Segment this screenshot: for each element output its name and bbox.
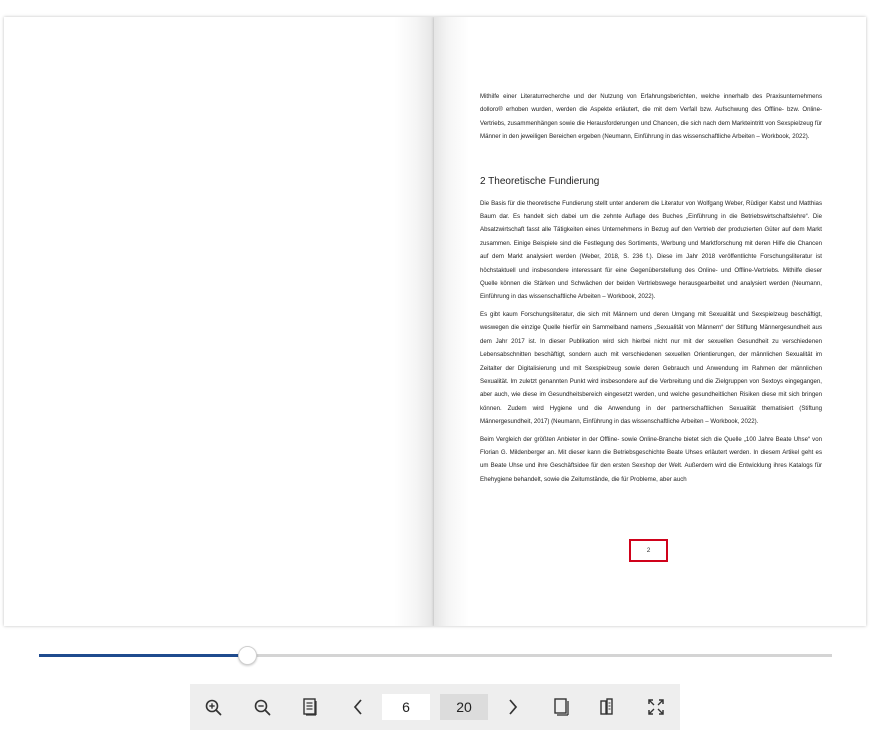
- page-content: Mithilfe einer Literaturrecherche und de…: [480, 90, 822, 486]
- single-page-view-button[interactable]: [551, 684, 571, 730]
- fullscreen-button[interactable]: [646, 684, 666, 730]
- slider-progress: [39, 654, 247, 657]
- intro-paragraph: Mithilfe einer Literaturrecherche und de…: [480, 93, 822, 141]
- page-slider[interactable]: [39, 646, 832, 666]
- table-of-contents-button[interactable]: [300, 684, 320, 730]
- current-page-input[interactable]: 6: [382, 694, 430, 720]
- fullscreen-icon: [648, 699, 664, 715]
- next-page-button[interactable]: [503, 684, 523, 730]
- chevron-right-icon: [508, 699, 518, 715]
- body-paragraph: Es gibt kaum Forschungsliteratur, die si…: [480, 310, 822, 426]
- chevron-left-icon: [353, 699, 363, 715]
- book-viewer: Mithilfe einer Literaturrecherche und de…: [4, 17, 866, 626]
- body-paragraph: Beim Vergleich der größten Anbieter in d…: [480, 435, 822, 483]
- total-pages: 20: [440, 694, 488, 720]
- viewer-toolbar: 6 20: [190, 684, 680, 730]
- zoom-out-icon: [254, 699, 271, 716]
- slider-thumb[interactable]: [237, 646, 257, 665]
- zoom-in-icon: [205, 699, 222, 716]
- document-list-icon: [303, 698, 317, 716]
- single-page-icon: [553, 698, 569, 716]
- left-page[interactable]: [4, 17, 434, 626]
- double-page-icon: [599, 698, 615, 716]
- previous-page-button[interactable]: [348, 684, 368, 730]
- body-paragraph: Die Basis für die theoretische Fundierun…: [480, 199, 822, 301]
- page-number: 2: [629, 539, 668, 562]
- double-page-view-button[interactable]: [597, 684, 617, 730]
- section-heading: 2 Theoretische Fundierung: [480, 175, 600, 187]
- right-page[interactable]: Mithilfe einer Literaturrecherche und de…: [434, 17, 866, 626]
- zoom-out-button[interactable]: [251, 684, 273, 730]
- zoom-in-button[interactable]: [202, 684, 224, 730]
